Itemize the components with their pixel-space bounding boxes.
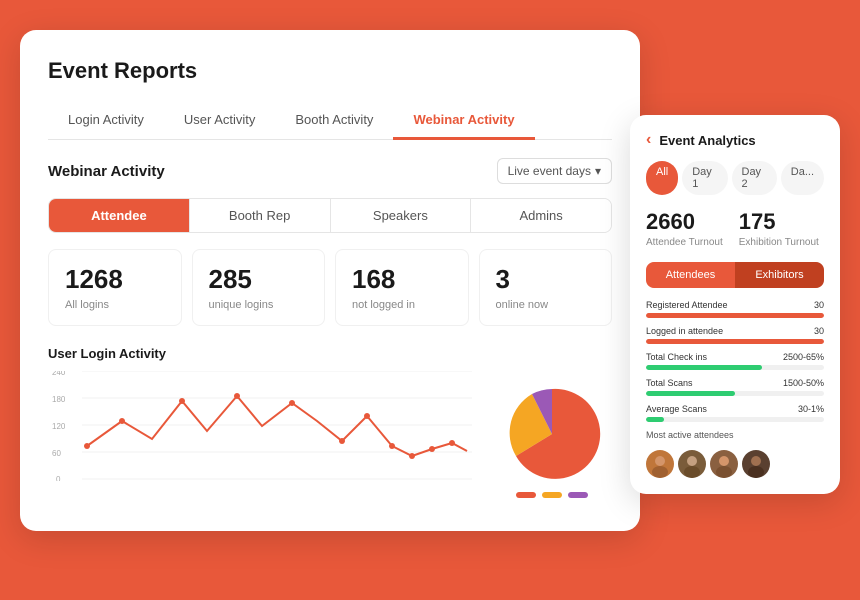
most-active-label: Most active attendees xyxy=(646,430,824,440)
chart-title: User Login Activity xyxy=(48,346,612,361)
svg-text:120: 120 xyxy=(52,422,66,431)
stat-registered-attendee: Registered Attendee 30 xyxy=(646,300,824,318)
section-header: Webinar Activity Live event days ▾ xyxy=(48,158,612,184)
stats-list: Registered Attendee 30 Logged in attende… xyxy=(646,300,824,422)
day-tab-1[interactable]: Day 1 xyxy=(682,161,727,195)
svg-text:60: 60 xyxy=(52,449,61,458)
legend-orange xyxy=(516,492,536,498)
stat-not-logged-in: 168 not logged in xyxy=(335,249,469,326)
avatar-4 xyxy=(742,450,770,478)
day-tab-all[interactable]: All xyxy=(646,161,678,195)
pie-legend xyxy=(516,492,588,498)
tabs-bar: Login Activity User Activity Booth Activ… xyxy=(48,102,612,140)
stat-all-logins: 1268 All logins xyxy=(48,249,182,326)
tab-user-activity[interactable]: User Activity xyxy=(164,102,276,140)
analytics-card: ‹ Event Analytics All Day 1 Day 2 Da... … xyxy=(630,115,840,494)
section-title: Webinar Activity xyxy=(48,163,165,180)
line-chart: 240 180 120 60 0 Jul 2 xyxy=(48,371,476,511)
progress-bar-scans xyxy=(646,391,735,396)
avatar-3 xyxy=(710,450,738,478)
toggle-attendees[interactable]: Attendees xyxy=(646,262,735,288)
stat-avg-scans: Average Scans 30-1% xyxy=(646,404,824,422)
main-card: Event Reports Login Activity User Activi… xyxy=(20,30,640,531)
day-tabs: All Day 1 Day 2 Da... xyxy=(646,161,824,195)
card-title: Event Reports xyxy=(48,58,612,84)
tab-login-activity[interactable]: Login Activity xyxy=(48,102,164,140)
filter-admins[interactable]: Admins xyxy=(471,199,611,232)
progress-bar-logged-in xyxy=(646,339,824,344)
tab-webinar-activity[interactable]: Webinar Activity xyxy=(393,102,534,140)
analytics-header: ‹ Event Analytics xyxy=(646,131,824,149)
stats-row: 1268 All logins 285 unique logins 168 no… xyxy=(48,249,612,326)
day-tab-3[interactable]: Da... xyxy=(781,161,824,195)
legend-yellow xyxy=(542,492,562,498)
pie-chart-svg xyxy=(502,384,602,484)
progress-bar-registered xyxy=(646,313,824,318)
day-tab-2[interactable]: Day 2 xyxy=(732,161,777,195)
chevron-down-icon: ▾ xyxy=(595,164,601,178)
tab-booth-activity[interactable]: Booth Activity xyxy=(275,102,393,140)
filter-speakers[interactable]: Speakers xyxy=(331,199,472,232)
toggle-row: Attendees Exhibitors xyxy=(646,262,824,288)
attendee-turnout: 2660 Attendee Turnout xyxy=(646,209,723,248)
filter-row: Attendee Booth Rep Speakers Admins xyxy=(48,198,612,233)
line-chart-svg: 240 180 120 60 0 Jul 2 xyxy=(48,371,476,481)
exhibition-turnout: 175 Exhibition Turnout xyxy=(739,209,819,248)
filter-booth-rep[interactable]: Booth Rep xyxy=(190,199,331,232)
stat-total-checkins: Total Check ins 2500-65% xyxy=(646,352,824,370)
legend-purple xyxy=(568,492,588,498)
live-event-days-dropdown[interactable]: Live event days ▾ xyxy=(497,158,612,184)
stat-online-now: 3 online now xyxy=(479,249,613,326)
stat-logged-in: Logged in attendee 30 xyxy=(646,326,824,344)
avatar-1 xyxy=(646,450,674,478)
svg-text:240: 240 xyxy=(52,371,66,377)
svg-text:180: 180 xyxy=(52,395,66,404)
back-button[interactable]: ‹ xyxy=(646,131,651,149)
filter-attendee[interactable]: Attendee xyxy=(49,199,190,232)
toggle-exhibitors[interactable]: Exhibitors xyxy=(735,262,824,288)
svg-text:0: 0 xyxy=(56,475,61,481)
stat-unique-logins: 285 unique logins xyxy=(192,249,326,326)
progress-bar-avg-scans xyxy=(646,417,664,422)
analytics-title: Event Analytics xyxy=(659,133,755,148)
pie-chart xyxy=(492,371,612,511)
turnout-row: 2660 Attendee Turnout 175 Exhibition Tur… xyxy=(646,209,824,248)
avatars-row xyxy=(646,450,824,478)
progress-bar-checkins xyxy=(646,365,762,370)
avatar-2 xyxy=(678,450,706,478)
chart-area: 240 180 120 60 0 Jul 2 xyxy=(48,371,612,511)
stat-total-scans: Total Scans 1500-50% xyxy=(646,378,824,396)
